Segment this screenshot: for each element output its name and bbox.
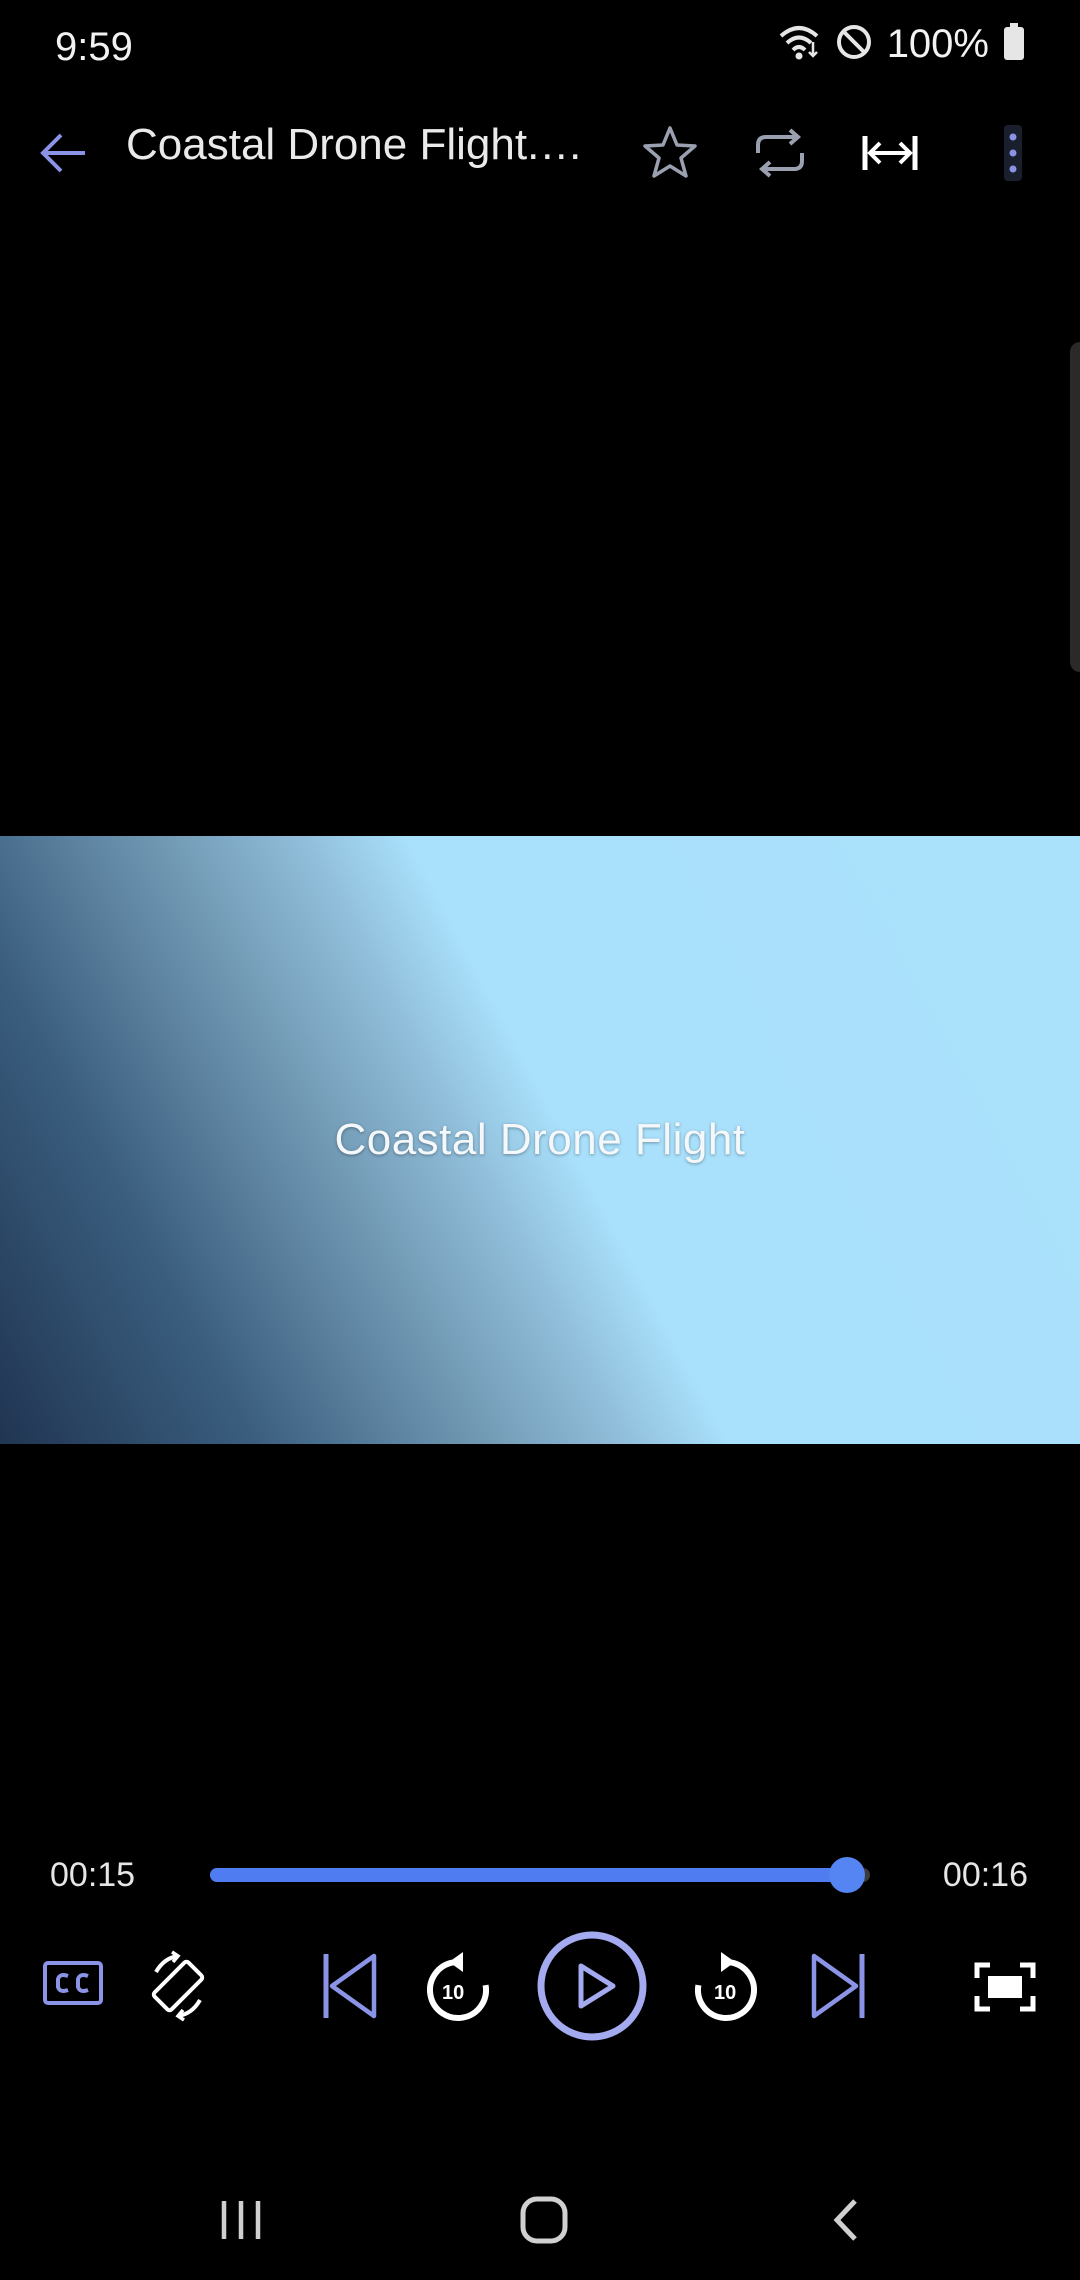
play-icon: [537, 1931, 647, 2041]
battery-percent: 100%: [886, 22, 989, 66]
play-button[interactable]: [536, 1930, 648, 2042]
forward-seconds: 10: [714, 1982, 737, 2004]
seek-progress: [210, 1868, 847, 1882]
replay-seconds: 10: [442, 1982, 465, 2004]
video-title: Coastal Drone Flight.mp4: [126, 120, 596, 169]
next-icon[interactable]: [800, 1948, 876, 2024]
battery-icon: [1003, 23, 1025, 66]
home-icon[interactable]: [499, 2180, 589, 2260]
more-vert-icon[interactable]: [978, 118, 1048, 188]
video-frame[interactable]: Coastal Drone Flight: [0, 836, 1080, 1444]
video-caption: Coastal Drone Flight: [334, 1115, 746, 1164]
status-bar: 9:59 100%: [0, 0, 1080, 100]
fit-width-icon[interactable]: [855, 118, 925, 188]
repeat-icon[interactable]: [745, 118, 815, 188]
side-panel-handle[interactable]: [1070, 342, 1080, 672]
star-icon[interactable]: [635, 118, 705, 188]
seek-bar[interactable]: [210, 1857, 870, 1893]
back-icon[interactable]: [802, 2180, 892, 2260]
cc-icon[interactable]: [40, 1950, 106, 2016]
status-time: 9:59: [55, 25, 133, 69]
forward-10-icon[interactable]: 10: [688, 1944, 764, 2028]
previous-icon[interactable]: [312, 1948, 388, 2024]
do-not-disturb-icon: [835, 23, 873, 66]
total-time: 00:16: [942, 1856, 1028, 1894]
current-time: 00:15: [50, 1856, 136, 1894]
back-arrow-icon[interactable]: [28, 118, 98, 188]
rotate-screen-icon[interactable]: [140, 1948, 216, 2024]
seek-thumb[interactable]: [828, 1857, 865, 1893]
fullscreen-icon[interactable]: [970, 1952, 1040, 2022]
replay-10-icon[interactable]: 10: [420, 1944, 496, 2028]
status-icons: 100%: [777, 22, 1025, 67]
recents-icon[interactable]: [196, 2180, 286, 2260]
wifi-icon: [777, 22, 821, 67]
